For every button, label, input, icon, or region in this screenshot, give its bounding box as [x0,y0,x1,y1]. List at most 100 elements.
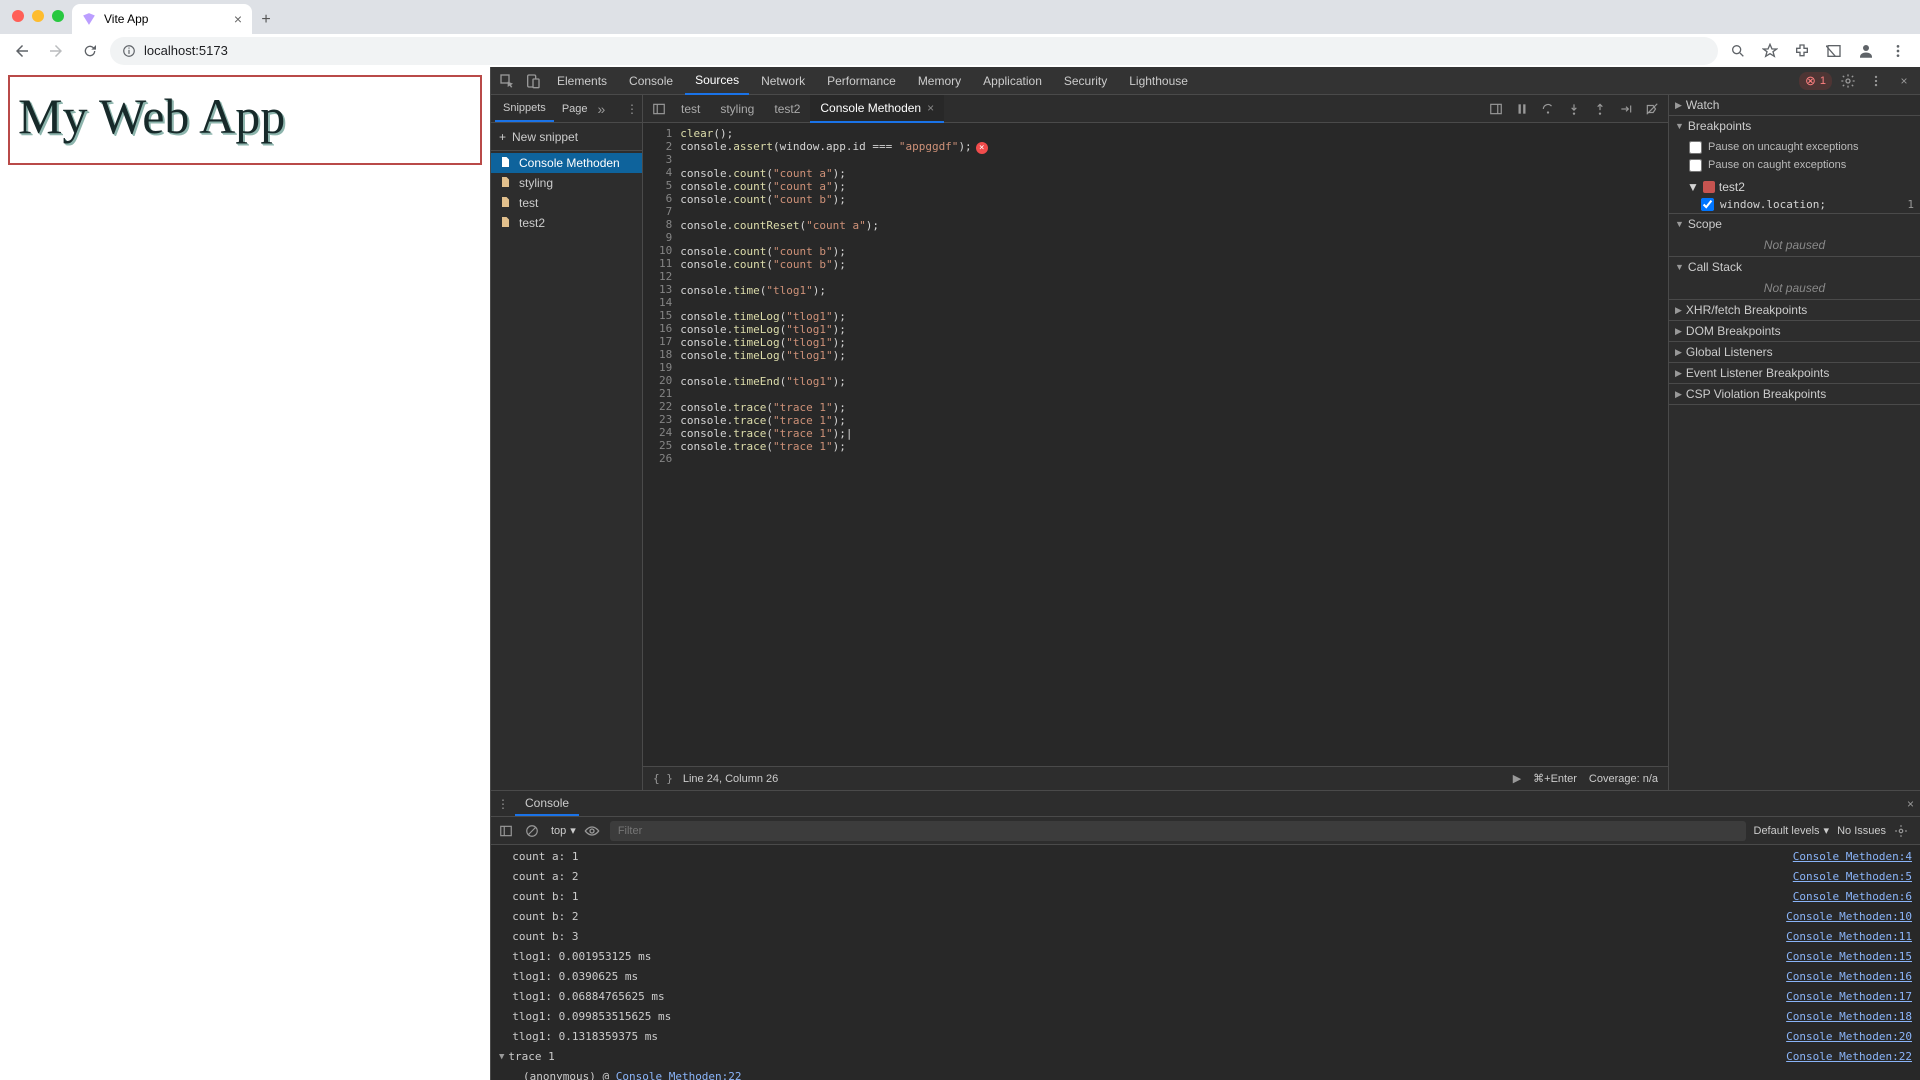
extensions-icon[interactable] [1788,37,1816,65]
new-tab-button[interactable]: + [252,6,280,34]
maximize-window-icon[interactable] [52,10,64,22]
log-levels-select[interactable]: Default levels▾ [1754,824,1830,837]
devtools-tab-console[interactable]: Console [619,67,683,95]
pause-caught-checkbox[interactable]: Pause on caught exceptions [1689,156,1914,174]
site-info-icon[interactable] [122,44,136,58]
close-editor-tab-icon[interactable]: × [927,101,934,115]
editor-tab[interactable]: test [671,95,710,123]
more-tabs-icon[interactable]: » [598,101,606,117]
back-button[interactable] [8,37,36,65]
snippets-tab[interactable]: Snippets [495,96,554,122]
address-bar[interactable]: localhost:5173 [110,37,1718,65]
snippet-file-icon [499,216,513,230]
devtools-tab-sources[interactable]: Sources [685,67,749,95]
log-source-link[interactable]: Console Methoden:11 [1786,927,1912,947]
snippet-item[interactable]: Console Methoden [491,153,642,173]
scope-section[interactable]: ▼Scope [1669,214,1920,234]
breakpoint-entry[interactable]: window.location;1 [1669,196,1920,213]
log-source-link[interactable]: Console Methoden:16 [1786,967,1912,987]
devtools-tab-application[interactable]: Application [973,67,1052,95]
devtools-tab-security[interactable]: Security [1054,67,1117,95]
code-editor[interactable]: 1234567891011121314151617181920212223242… [643,123,1668,766]
issues-label[interactable]: No Issues [1837,825,1886,837]
snippet-item[interactable]: styling [491,173,642,193]
pretty-print-icon[interactable]: { } [653,772,673,785]
log-source-link[interactable]: Console Methoden:18 [1786,1007,1912,1027]
log-source-link[interactable]: Console Methoden:17 [1786,987,1912,1007]
log-source-link[interactable]: Console Methoden:20 [1786,1027,1912,1047]
deactivate-breakpoints-icon[interactable] [1640,97,1664,121]
devtools-tab-memory[interactable]: Memory [908,67,971,95]
close-window-icon[interactable] [12,10,24,22]
new-snippet-button[interactable]: + New snippet [491,123,642,151]
log-source-link[interactable]: Console Methoden:22 [1786,1047,1912,1067]
menu-icon[interactable] [1884,37,1912,65]
pause-icon[interactable] [1510,97,1534,121]
debug-section[interactable]: ▶DOM Breakpoints [1669,321,1920,341]
minimize-window-icon[interactable] [32,10,44,22]
log-source-link[interactable]: Console Methoden:6 [1793,887,1912,907]
live-expression-icon[interactable] [584,825,602,837]
devtools-tab-lighthouse[interactable]: Lighthouse [1119,67,1198,95]
devtools-menu-icon[interactable] [1864,69,1888,93]
devtools-tab-elements[interactable]: Elements [547,67,617,95]
close-tab-icon[interactable]: × [234,11,242,27]
clear-console-icon[interactable] [525,824,543,838]
execution-context-select[interactable]: top▾ [551,824,576,837]
debug-section[interactable]: ▶Global Listeners [1669,342,1920,362]
log-source-link[interactable]: Console Methoden:4 [1793,847,1912,867]
close-devtools-icon[interactable]: × [1892,69,1916,93]
toggle-navigator-icon[interactable] [647,97,671,121]
close-drawer-icon[interactable]: × [1907,797,1914,811]
run-snippet-icon[interactable]: ▶ [1513,772,1521,785]
trace-row[interactable]: ▼trace 1 [499,1047,555,1067]
drawer-menu-icon[interactable]: ⋮ [497,797,509,811]
step-over-icon[interactable] [1536,97,1560,121]
devtools-tab-network[interactable]: Network [751,67,815,95]
breakpoints-section[interactable]: ▼Breakpoints [1669,116,1920,136]
browser-tab[interactable]: Vite App × [72,4,252,34]
error-count-badge[interactable]: 1 [1799,72,1832,90]
console-settings-icon[interactable] [1894,824,1912,838]
editor-tab[interactable]: styling [710,95,764,123]
step-into-icon[interactable] [1562,97,1586,121]
console-filter-input[interactable] [610,821,1746,841]
side-panel-icon[interactable] [1820,37,1848,65]
bookmark-icon[interactable] [1756,37,1784,65]
inspect-element-icon[interactable] [495,69,519,93]
step-icon[interactable] [1614,97,1638,121]
profile-icon[interactable] [1852,37,1880,65]
log-source-link[interactable]: Console Methoden:5 [1793,867,1912,887]
log-source-link[interactable]: Console Methoden:15 [1786,947,1912,967]
settings-icon[interactable] [1836,69,1860,93]
devtools-tab-performance[interactable]: Performance [817,67,906,95]
snippet-item[interactable]: test [491,193,642,213]
callstack-section[interactable]: ▼Call Stack [1669,257,1920,277]
window-controls[interactable] [12,10,64,22]
debug-section[interactable]: ▶Event Listener Breakpoints [1669,363,1920,383]
cursor-position: Line 24, Column 26 [683,773,778,785]
console-sidebar-toggle-icon[interactable] [499,824,517,838]
step-out-icon[interactable] [1588,97,1612,121]
trace-source-link[interactable]: Console Methoden:22 [616,1070,742,1080]
editor-tab[interactable]: Console Methoden× [810,95,944,123]
url-text: localhost:5173 [144,43,228,58]
editor-tab[interactable]: test2 [764,95,810,123]
console-drawer-tab[interactable]: Console [515,792,579,816]
snippet-item[interactable]: test2 [491,213,642,233]
snippet-file-icon [499,196,513,210]
log-source-link[interactable]: Console Methoden:10 [1786,907,1912,927]
debug-section[interactable]: ▶CSP Violation Breakpoints [1669,384,1920,404]
pause-uncaught-checkbox[interactable]: Pause on uncaught exceptions [1689,138,1914,156]
navigator-menu-icon[interactable]: ⋮ [626,102,638,116]
breakpoint-file[interactable]: ▼test2 [1669,178,1920,196]
forward-button[interactable] [42,37,70,65]
toggle-debugger-icon[interactable] [1484,97,1508,121]
reload-button[interactable] [76,37,104,65]
search-icon[interactable] [1724,37,1752,65]
page-tab[interactable]: Page [554,96,596,122]
debug-section[interactable]: ▶XHR/fetch Breakpoints [1669,300,1920,320]
error-marker-icon[interactable]: × [976,142,988,154]
device-toolbar-icon[interactable] [521,69,545,93]
watch-section[interactable]: ▶Watch [1669,95,1920,115]
